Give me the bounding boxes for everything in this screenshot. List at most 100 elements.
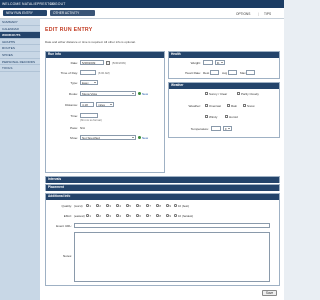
date-label: Date:: [70, 61, 78, 65]
additional-info-panel: Additional Info Quality: (worst) 1 2 3 4 5 6 7…: [45, 193, 280, 286]
avg-hr-input[interactable]: [228, 70, 237, 75]
effort-radio-label-7: 7: [149, 214, 151, 218]
temperature-input[interactable]: [211, 126, 221, 131]
effort-label: Effort:: [63, 214, 72, 218]
shoe-select[interactable]: Not Specified: [80, 135, 136, 140]
rest-label: Rest: [203, 71, 210, 75]
effort-high-label: 10 (hardest): [178, 214, 194, 218]
sidebar-item-routes[interactable]: ROUTES: [0, 45, 40, 52]
page-title: EDIT RUN ENTRY: [45, 27, 93, 33]
effort-radio-label-2: 2: [99, 214, 101, 218]
event-url-input[interactable]: [74, 223, 270, 228]
top-bar: WELCOME NATALIEPRESTON LOGOUT: [0, 0, 284, 8]
date-input[interactable]: 5/28/2009: [80, 60, 104, 65]
snow-checkbox[interactable]: [243, 104, 246, 107]
weather-panel: Weather Weather: Sunny / Clear Partly Cl…: [168, 82, 280, 138]
add-shoe-icon[interactable]: [138, 136, 142, 140]
sub-bar: NEW RUN ENTRY OTHER ACTIVITY OPTIONS | T…: [0, 8, 284, 19]
weight-label: Weight:: [190, 61, 201, 65]
quality-label: Quality:: [61, 204, 73, 208]
divider: |: [258, 11, 259, 16]
save-button[interactable]: Save: [262, 290, 277, 296]
time-of-day-input[interactable]: [80, 70, 96, 75]
effort-radio-label-5: 5: [129, 214, 131, 218]
quality-radio-5[interactable]: [126, 204, 129, 207]
sidebar-item-graphs[interactable]: GRAPHS: [0, 39, 40, 46]
effort-radio-2[interactable]: [96, 214, 99, 217]
sidebar-item-workouts[interactable]: WORKOUTS: [0, 32, 40, 39]
overcast-checkbox[interactable]: [205, 104, 208, 107]
sidebar-item-summary[interactable]: SUMMARY: [0, 19, 40, 26]
calendar-icon[interactable]: [106, 60, 110, 65]
notes-textarea[interactable]: [74, 232, 270, 282]
sunny-checkbox[interactable]: [205, 92, 208, 95]
new-route-link[interactable]: New: [142, 92, 148, 96]
effort-radio-8[interactable]: [156, 214, 159, 217]
temperature-label: Temperature:: [190, 127, 209, 131]
type-select[interactable]: Easy: [80, 80, 98, 85]
effort-radio-1[interactable]: [86, 214, 89, 217]
quality-radio-6[interactable]: [136, 204, 139, 207]
other-activity-button[interactable]: OTHER ACTIVITY: [50, 10, 95, 16]
effort-radio-3[interactable]: [106, 214, 109, 217]
logout-link[interactable]: LOGOUT: [50, 2, 66, 6]
add-route-icon[interactable]: [138, 92, 142, 96]
intervals-header[interactable]: Intervals: [46, 177, 279, 183]
weight-input[interactable]: [203, 60, 213, 65]
quality-radio-2[interactable]: [96, 204, 99, 207]
effort-radio-label-4: 4: [119, 214, 121, 218]
type-label: Type:: [70, 81, 78, 85]
placement-header[interactable]: Placement: [46, 185, 279, 191]
rain-checkbox[interactable]: [227, 104, 230, 107]
pace-label: Pace:: [70, 126, 78, 130]
partly-cloudy-label: Partly Cloudy: [241, 92, 259, 96]
weather-label: Weather:: [188, 104, 202, 108]
health-header: Health: [169, 52, 279, 58]
effort-radio-label-6: 6: [139, 214, 141, 218]
effort-radio-7[interactable]: [146, 214, 149, 217]
effort-radio-4[interactable]: [116, 214, 119, 217]
sidebar-item-personal-records[interactable]: PERSONAL RECORDS: [0, 59, 40, 66]
quality-radio-9[interactable]: [166, 204, 169, 207]
effort-radio-9[interactable]: [166, 214, 169, 217]
sidebar-item-calendar[interactable]: CALENDAR: [0, 26, 40, 33]
effort-radio-10[interactable]: [174, 214, 177, 217]
max-label: Max: [240, 71, 246, 75]
quality-radio-7[interactable]: [146, 204, 149, 207]
sidebar-item-tools[interactable]: TOOLS: [0, 65, 40, 72]
quality-radio-10[interactable]: [174, 204, 177, 207]
rest-hr-input[interactable]: [210, 70, 219, 75]
distance-unit-select[interactable]: miles: [96, 102, 114, 107]
quality-high-label: 10 (best): [178, 204, 190, 208]
intervals-panel[interactable]: Intervals: [45, 176, 280, 183]
quality-radio-3[interactable]: [106, 204, 109, 207]
partly-cloudy-checkbox[interactable]: [237, 92, 240, 95]
pace-value: N/A: [80, 126, 86, 130]
effort-radio-5[interactable]: [126, 214, 129, 217]
quality-radio-label-5: 5: [129, 204, 131, 208]
quality-radio-8[interactable]: [156, 204, 159, 207]
options-link[interactable]: OPTIONS: [236, 12, 250, 16]
humid-checkbox[interactable]: [225, 115, 228, 118]
effort-low-label: (easiest): [74, 214, 85, 218]
time-input[interactable]: [80, 113, 98, 118]
new-shoe-link[interactable]: New: [142, 136, 148, 140]
tips-link[interactable]: TIPS: [264, 12, 271, 16]
route-select[interactable]: Mega Vista: [80, 91, 136, 96]
distance-input[interactable]: 4.18: [80, 102, 94, 107]
max-hr-input[interactable]: [246, 70, 255, 75]
sidebar-item-shoes[interactable]: SHOES: [0, 52, 40, 59]
time-of-day-hint: (6:00 AM): [98, 71, 110, 75]
effort-radio-6[interactable]: [136, 214, 139, 217]
shoe-label: Shoe:: [69, 136, 78, 140]
quality-radio-label-7: 7: [149, 204, 151, 208]
temperature-unit-select[interactable]: F: [223, 126, 232, 131]
new-run-entry-button[interactable]: NEW RUN ENTRY: [3, 10, 47, 16]
weight-unit-select[interactable]: lb: [215, 60, 225, 65]
quality-radio-1[interactable]: [86, 204, 89, 207]
placement-panel[interactable]: Placement: [45, 184, 280, 191]
quality-low-label: (worst): [74, 204, 83, 208]
quality-radio-4[interactable]: [116, 204, 119, 207]
windy-checkbox[interactable]: [205, 115, 208, 118]
run-info-header: Run Info: [46, 52, 164, 58]
